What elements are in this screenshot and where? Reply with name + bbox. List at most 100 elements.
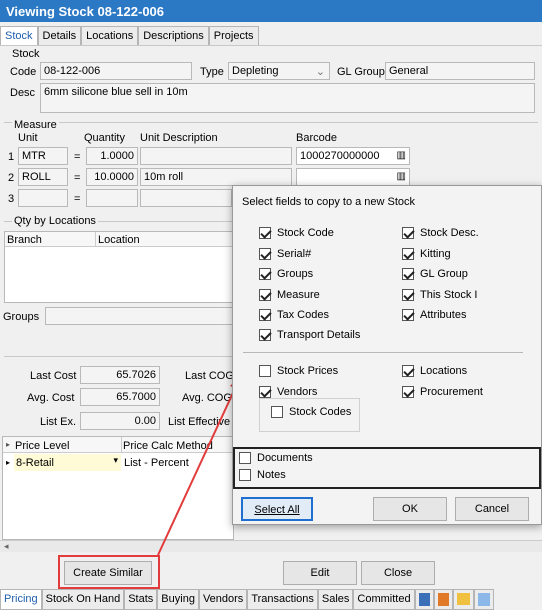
tab-committed[interactable]: Committed	[353, 589, 415, 610]
tab-documents[interactable]	[433, 589, 453, 610]
option-kitting[interactable]: Kitting	[402, 248, 451, 260]
tab-stats[interactable]: Stats	[124, 589, 158, 610]
tab-buying[interactable]: Buying	[157, 589, 199, 610]
measure-udesc-field[interactable]	[140, 147, 292, 165]
checkbox[interactable]	[259, 268, 271, 280]
option-stock-desc[interactable]: Stock Desc.	[402, 227, 479, 239]
option-label: Stock Code	[277, 227, 334, 239]
tab-stock[interactable]: Stock	[0, 26, 38, 46]
measure-udesc-field[interactable]	[140, 189, 232, 207]
checkbox[interactable]	[271, 406, 283, 418]
location-column-header[interactable]: Location	[98, 234, 140, 246]
measure-qty-field[interactable]: 10.0000	[86, 168, 138, 186]
tab-projects[interactable]: Projects	[208, 26, 259, 46]
option-stock-code[interactable]: Stock Code	[259, 227, 334, 239]
barcode-field[interactable]: 1000270000000 ▥	[296, 147, 410, 165]
tab-descriptions[interactable]: Descriptions	[138, 26, 209, 46]
checkbox[interactable]	[402, 227, 414, 239]
checkbox[interactable]	[259, 329, 271, 341]
ok-button[interactable]: OK	[373, 497, 447, 521]
list-ex-field[interactable]: 0.00	[80, 412, 160, 430]
checkbox[interactable]	[402, 309, 414, 321]
option-tax-codes[interactable]: Tax Codes	[259, 309, 329, 321]
checkbox[interactable]	[402, 268, 414, 280]
column-divider	[95, 232, 96, 247]
checkbox[interactable]	[402, 289, 414, 301]
option-attributes[interactable]: Attributes	[402, 309, 466, 321]
checkbox[interactable]	[259, 289, 271, 301]
checkbox[interactable]	[402, 365, 414, 377]
checkbox[interactable]	[259, 386, 271, 398]
option-transport-details[interactable]: Transport Details	[259, 329, 360, 341]
option-locations[interactable]: Locations	[402, 365, 467, 377]
checkbox[interactable]	[259, 248, 271, 260]
option-label: This Stock I	[420, 289, 478, 301]
option-serial[interactable]: Serial#	[259, 248, 311, 260]
tab-locations[interactable]: Locations	[81, 26, 139, 46]
measure-unit-field[interactable]: MTR	[18, 147, 68, 165]
option-groups[interactable]: Groups	[259, 268, 313, 280]
tab-details[interactable]: Details	[37, 26, 82, 46]
barcode-value: 1000270000000	[300, 150, 380, 162]
list-ex-label: List Ex.	[40, 416, 77, 428]
edit-button[interactable]: Edit	[283, 561, 357, 585]
tab-transactions[interactable]: Transactions	[247, 589, 318, 610]
barcode-icon[interactable]: ▥	[397, 150, 406, 161]
dropdown-arrow-icon[interactable]: ▾	[113, 455, 118, 466]
option-label: Stock Prices	[277, 365, 339, 377]
checkbox[interactable]	[259, 227, 271, 239]
option-measure[interactable]: Measure	[259, 289, 320, 301]
measure-divider	[4, 122, 538, 123]
tab-sales[interactable]: Sales	[317, 589, 354, 610]
measure-unit-field[interactable]: ROLL	[18, 168, 68, 186]
type-select[interactable]: Depleting ⌄	[228, 62, 330, 80]
barcode-icon[interactable]: ▥	[397, 171, 406, 182]
close-button[interactable]: Close	[361, 561, 435, 585]
option-vendors[interactable]: Vendors	[259, 386, 317, 398]
measure-udesc-field[interactable]: 10m roll	[140, 168, 292, 186]
avg-cost-label: Avg. Cost	[27, 392, 75, 404]
select-all-button[interactable]: Select All	[241, 497, 313, 521]
checkbox[interactable]	[239, 469, 251, 481]
price-level-cell[interactable]: 8-Retail ▾	[14, 454, 121, 471]
tab-vendors[interactable]: Vendors	[198, 589, 248, 610]
measure-qty-field[interactable]	[86, 189, 138, 207]
scroll-left-icon[interactable]: ◂	[4, 541, 9, 552]
checkbox[interactable]	[402, 248, 414, 260]
code-label: Code	[10, 66, 37, 78]
price-level-header[interactable]: Price Level	[15, 440, 69, 452]
measure-unit-field[interactable]	[18, 189, 68, 207]
checkbox[interactable]	[402, 386, 414, 398]
option-procurement[interactable]: Procurement	[402, 386, 483, 398]
last-cost-field: 65.7026	[80, 366, 160, 384]
cancel-button[interactable]: Cancel	[455, 497, 529, 521]
option-notes[interactable]: Notes	[239, 469, 286, 481]
checkbox[interactable]	[259, 309, 271, 321]
barcode-field[interactable]: ▥	[296, 168, 410, 186]
tab-pricing[interactable]: Pricing	[0, 589, 42, 610]
option-label: Measure	[277, 289, 320, 301]
gl-group-field[interactable]: General	[385, 62, 535, 80]
folder-icon	[456, 593, 470, 606]
option-stock-prices[interactable]: Stock Prices	[259, 365, 338, 377]
tab-folders[interactable]	[452, 589, 474, 610]
horizontal-scrollbar[interactable]: ◂	[0, 540, 542, 552]
checkbox[interactable]	[259, 365, 271, 377]
option-stock-codes[interactable]: Stock Codes	[271, 406, 351, 418]
checkbox[interactable]	[239, 452, 251, 464]
tab-notes[interactable]	[414, 589, 434, 610]
option-gl-group[interactable]: GL Group	[402, 268, 468, 280]
groups-field[interactable]	[45, 307, 235, 325]
tab-copy[interactable]	[473, 589, 494, 610]
desc-field[interactable]: 6mm silicone blue sell in 10m	[40, 83, 535, 113]
qty-locations-grid[interactable]: Branch Location	[4, 231, 234, 303]
equals-sign: =	[74, 151, 81, 163]
option-this-stock[interactable]: This Stock I	[402, 289, 477, 301]
tab-stock-on-hand[interactable]: Stock On Hand	[41, 589, 125, 610]
branch-column-header[interactable]: Branch	[7, 234, 42, 246]
option-documents[interactable]: Documents	[239, 452, 313, 464]
measure-section-label: Measure	[12, 119, 59, 131]
barcode-header: Barcode	[296, 132, 337, 144]
measure-qty-field[interactable]: 1.0000	[86, 147, 138, 165]
code-field[interactable]: 08-122-006	[40, 62, 192, 80]
